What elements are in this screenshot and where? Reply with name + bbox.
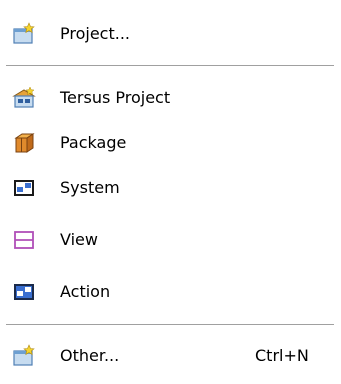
menu-item-label: Other... [60,346,120,365]
action-icon [12,280,36,304]
menu-item-label: System [60,178,120,197]
menu-item-label: Action [60,282,111,301]
menu-item-system[interactable]: System [0,168,341,208]
tersus-project-icon [12,86,36,110]
menu-item-tersus-project[interactable]: Tersus Project [0,78,341,118]
new-submenu: Project... Tersus Project Package System… [0,0,341,384]
menu-item-package[interactable]: Package [0,123,341,163]
new-wizard-icon [12,344,36,368]
menu-item-view[interactable]: View [0,220,341,260]
package-icon [12,131,36,155]
menu-item-label: View [60,230,98,249]
view-icon [12,228,36,252]
menu-separator [6,324,334,326]
menu-separator [6,65,334,67]
menu-item-label: Package [60,133,127,152]
menu-item-label: Project... [60,24,130,43]
menu-item-other[interactable]: Other... Ctrl+N [0,336,341,376]
new-project-wizard-icon [12,22,36,46]
menu-item-label: Tersus Project [60,88,171,107]
menu-item-project[interactable]: Project... [0,14,341,54]
system-icon [12,176,36,200]
menu-item-shortcut: Ctrl+N [255,346,309,365]
menu-item-action[interactable]: Action [0,272,341,312]
